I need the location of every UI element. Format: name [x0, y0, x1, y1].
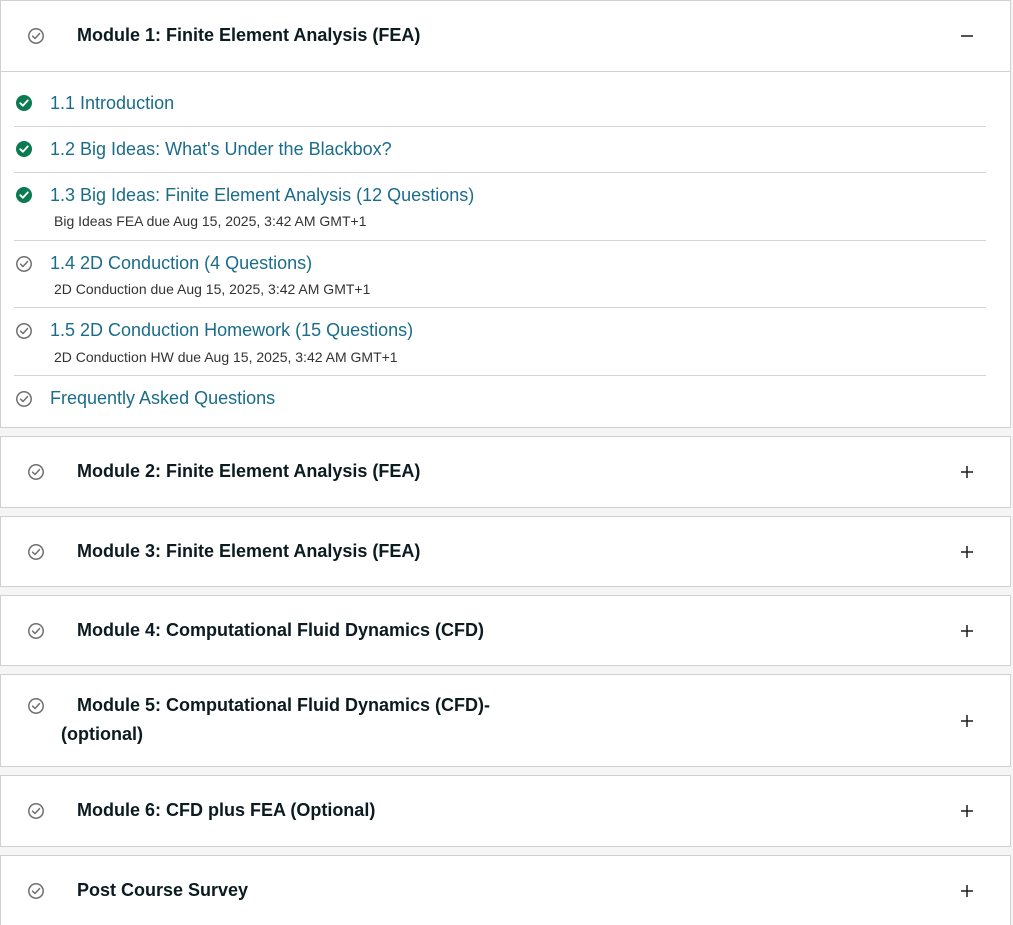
module-2-header[interactable]: Module 2: Finite Element Analysis (FEA)	[1, 437, 1010, 507]
check-circle-outline-icon	[28, 698, 44, 714]
due-date: 2D Conduction HW due Aug 15, 2025, 3:42 …	[54, 349, 398, 365]
lesson-item: Frequently Asked Questions	[14, 376, 986, 428]
minus-icon[interactable]	[960, 29, 974, 43]
module-title: Module 3: Finite Element Analysis (FEA)	[77, 541, 421, 561]
lesson-link[interactable]: 1.4 2D Conduction (4 Questions)	[50, 253, 312, 274]
post-course-survey: Post Course Survey	[0, 855, 1011, 925]
module-1: Module 1: Finite Element Analysis (FEA) …	[0, 0, 1011, 428]
module-3: Module 3: Finite Element Analysis (FEA)	[0, 516, 1011, 587]
check-circle-filled-icon	[16, 95, 32, 111]
lesson-item: 1.5 2D Conduction Homework (15 Questions…	[14, 308, 986, 376]
check-circle-outline-icon	[16, 391, 32, 407]
plus-icon[interactable]	[960, 884, 974, 898]
module-title: Post Course Survey	[77, 880, 249, 900]
plus-icon[interactable]	[960, 714, 974, 728]
lesson-link[interactable]: Frequently Asked Questions	[50, 388, 275, 409]
module-2: Module 2: Finite Element Analysis (FEA)	[0, 436, 1011, 508]
check-circle-outline-icon	[16, 256, 32, 272]
lesson-item: 1.2 Big Ideas: What's Under the Blackbox…	[14, 127, 986, 173]
due-date: 2D Conduction due Aug 15, 2025, 3:42 AM …	[54, 281, 371, 297]
check-circle-outline-icon	[28, 623, 44, 639]
plus-icon[interactable]	[960, 465, 974, 479]
module-title: Module 6: CFD plus FEA (Optional)	[77, 800, 376, 820]
due-date: Big Ideas FEA due Aug 15, 2025, 3:42 AM …	[54, 213, 367, 229]
course-outline: Module 1: Finite Element Analysis (FEA) …	[0, 0, 1013, 925]
check-circle-filled-icon	[16, 141, 32, 157]
check-circle-outline-icon	[28, 544, 44, 560]
module-4-header[interactable]: Module 4: Computational Fluid Dynamics (…	[1, 596, 1010, 665]
module-4: Module 4: Computational Fluid Dynamics (…	[0, 595, 1011, 666]
check-circle-outline-icon	[28, 464, 44, 480]
lesson-item: 1.3 Big Ideas: Finite Element Analysis (…	[14, 173, 986, 241]
lesson-link[interactable]: 1.2 Big Ideas: What's Under the Blackbox…	[50, 139, 392, 160]
check-circle-outline-icon	[28, 883, 44, 899]
check-circle-outline-icon	[28, 803, 44, 819]
module-6: Module 6: CFD plus FEA (Optional)	[0, 775, 1011, 847]
module-5: Module 5: Computational Fluid Dynamics (…	[0, 674, 1011, 767]
check-circle-outline-icon	[28, 28, 44, 44]
plus-icon[interactable]	[960, 545, 974, 559]
module-title: Module 1: Finite Element Analysis (FEA)	[77, 25, 421, 45]
module-1-header[interactable]: Module 1: Finite Element Analysis (FEA)	[1, 1, 1010, 72]
check-circle-filled-icon	[16, 187, 32, 203]
lesson-item: 1.1 Introduction	[14, 72, 986, 127]
post-course-survey-header[interactable]: Post Course Survey	[1, 856, 1010, 925]
lesson-item: 1.4 2D Conduction (4 Questions) 2D Condu…	[14, 241, 986, 308]
module-3-header[interactable]: Module 3: Finite Element Analysis (FEA)	[1, 517, 1010, 586]
lesson-link[interactable]: 1.5 2D Conduction Homework (15 Questions…	[50, 320, 413, 341]
module-title: Module 5: Computational Fluid Dynamics (…	[61, 695, 490, 744]
lesson-link[interactable]: 1.1 Introduction	[50, 93, 174, 114]
module-5-header[interactable]: Module 5: Computational Fluid Dynamics (…	[1, 675, 1010, 766]
check-circle-outline-icon	[16, 323, 32, 339]
lesson-link[interactable]: 1.3 Big Ideas: Finite Element Analysis (…	[50, 185, 474, 206]
module-1-lessons: 1.1 Introduction 1.2 Big Ideas: What's U…	[1, 72, 1010, 428]
module-6-header[interactable]: Module 6: CFD plus FEA (Optional)	[1, 776, 1010, 846]
module-title: Module 4: Computational Fluid Dynamics (…	[77, 620, 485, 640]
plus-icon[interactable]	[960, 624, 974, 638]
module-title: Module 2: Finite Element Analysis (FEA)	[77, 461, 421, 481]
plus-icon[interactable]	[960, 804, 974, 818]
